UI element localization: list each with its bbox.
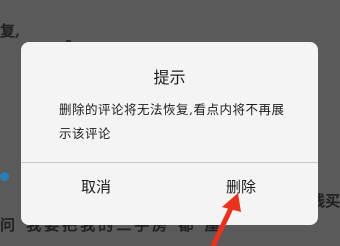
delete-comment-dialog: 提示 删除的评论将无法恢复,看点内将不再展示该评论 取消 删除: [21, 42, 318, 225]
cancel-button[interactable]: 取消: [81, 176, 111, 197]
background-avatar-dot: [0, 172, 9, 181]
background-text-top: 复,: [0, 22, 21, 40]
dialog-divider: [21, 162, 318, 163]
delete-button[interactable]: 删除: [226, 176, 256, 197]
dialog-message: 删除的评论将无法恢复,看点内将不再展示该评论: [59, 102, 285, 141]
dialog-title: 提示: [153, 68, 186, 87]
